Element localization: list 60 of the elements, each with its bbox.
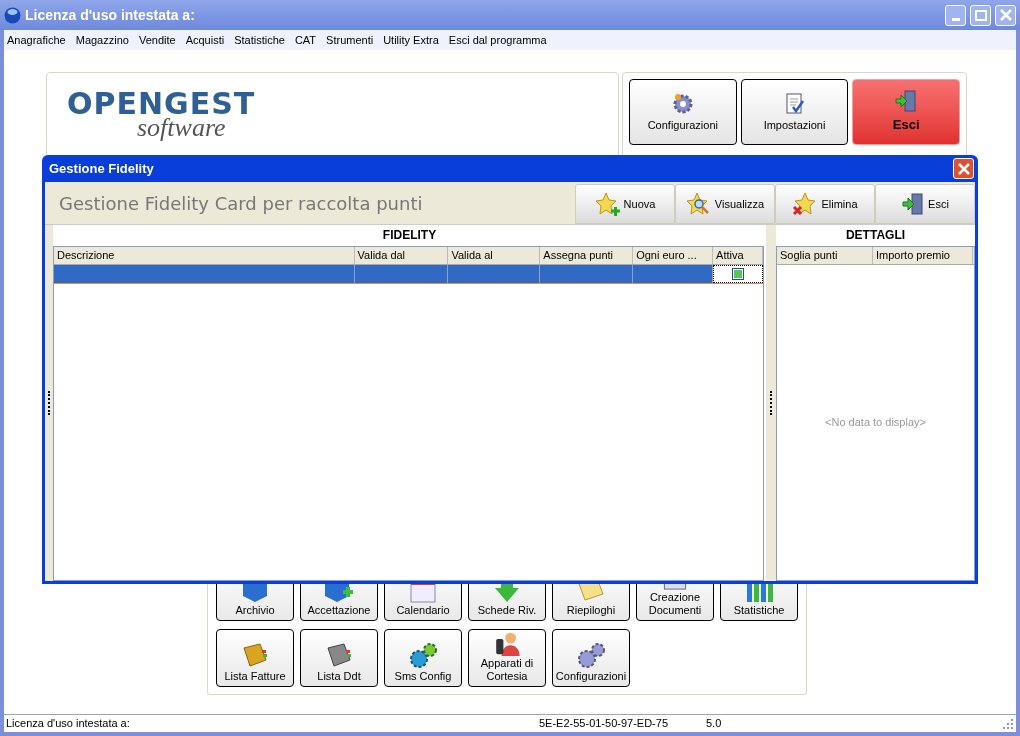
column-header[interactable]: Importo premio bbox=[873, 247, 973, 264]
panel-title: FIDELITY bbox=[381, 227, 438, 244]
close-button[interactable] bbox=[995, 4, 1016, 26]
dialog-title: Gestione Fidelity bbox=[49, 159, 155, 178]
column-header[interactable]: Soglia punti bbox=[777, 247, 873, 264]
menu-item[interactable]: Strumenti bbox=[326, 31, 374, 49]
toolbar-button[interactable]: Nuova bbox=[575, 184, 675, 224]
star-plus-icon bbox=[594, 192, 621, 216]
menu-item[interactable]: Acquisti bbox=[185, 31, 225, 49]
launcher-button[interactable]: Sms Config bbox=[384, 628, 462, 687]
launcher-button[interactable]: Configurazioni bbox=[552, 628, 630, 687]
toolbar-button[interactable]: Esci bbox=[875, 184, 975, 224]
status-text: Licenza d'uso intestata a: bbox=[6, 716, 131, 732]
gears-icon bbox=[576, 641, 606, 670]
status-text: 5E-E2-55-01-50-97-ED-75 bbox=[539, 716, 669, 732]
logo-subtitle: software bbox=[137, 117, 226, 139]
launcher-button[interactable]: Apparati di Cortesia bbox=[468, 628, 546, 687]
minimize-button[interactable] bbox=[945, 4, 966, 26]
menu-item[interactable]: Esci dal programma bbox=[448, 31, 547, 49]
launcher-button[interactable]: Lista Fatture bbox=[216, 628, 294, 687]
minimize-icon bbox=[951, 18, 960, 21]
book-icon bbox=[240, 641, 270, 670]
column-header[interactable]: Descrizione bbox=[54, 247, 355, 264]
app-icon bbox=[4, 6, 21, 24]
dialog-heading: Gestione Fidelity Card per raccolta punti bbox=[59, 191, 424, 216]
menu-item[interactable]: Magazzino bbox=[75, 31, 129, 49]
menu-item[interactable]: Anagrafiche bbox=[7, 31, 66, 49]
menu-item[interactable]: Utility Extra bbox=[383, 31, 439, 49]
notepad-icon bbox=[783, 90, 806, 115]
column-header[interactable]: Attiva bbox=[713, 247, 763, 264]
column-header[interactable]: Valida al bbox=[448, 247, 541, 264]
column-header[interactable]: Assegna punti bbox=[540, 247, 634, 264]
toolbar-button[interactable]: Configurazioni bbox=[629, 79, 737, 145]
checkbox[interactable] bbox=[732, 268, 745, 280]
exit-button[interactable]: Esci bbox=[852, 79, 960, 145]
close-icon bbox=[999, 9, 1012, 21]
book-icon bbox=[324, 641, 354, 670]
status-text: 5.0 bbox=[706, 716, 723, 732]
panel-title: DETTAGLI bbox=[844, 227, 907, 244]
menu-item[interactable]: Vendite bbox=[138, 31, 176, 49]
maximize-button[interactable] bbox=[970, 4, 991, 26]
toolbar-button[interactable]: Visualizza bbox=[675, 184, 775, 224]
menu-item[interactable]: CAT bbox=[294, 31, 317, 49]
window-title: Licenza d'uso intestata a: bbox=[25, 5, 196, 25]
resize-grip-icon[interactable] bbox=[1002, 717, 1014, 730]
door-icon bbox=[901, 192, 926, 216]
table-row[interactable] bbox=[54, 265, 763, 284]
column-header[interactable]: Valida dal bbox=[354, 247, 449, 264]
launcher-button[interactable]: Lista Ddt bbox=[300, 628, 378, 687]
close-button[interactable] bbox=[953, 158, 974, 179]
maximize-icon bbox=[974, 9, 987, 21]
door-icon bbox=[894, 89, 919, 114]
close-icon bbox=[956, 161, 971, 176]
empty-message: <No data to display> bbox=[825, 415, 926, 431]
column-header[interactable]: Ogni euro ... bbox=[633, 247, 714, 264]
toolbar-button[interactable]: Elimina bbox=[775, 184, 875, 224]
menu-item[interactable]: Statistiche bbox=[234, 31, 285, 49]
toolbar-button[interactable]: Impostazioni bbox=[740, 79, 849, 145]
gears-icon bbox=[408, 641, 438, 670]
logo-title: OPENGEST bbox=[67, 91, 257, 117]
